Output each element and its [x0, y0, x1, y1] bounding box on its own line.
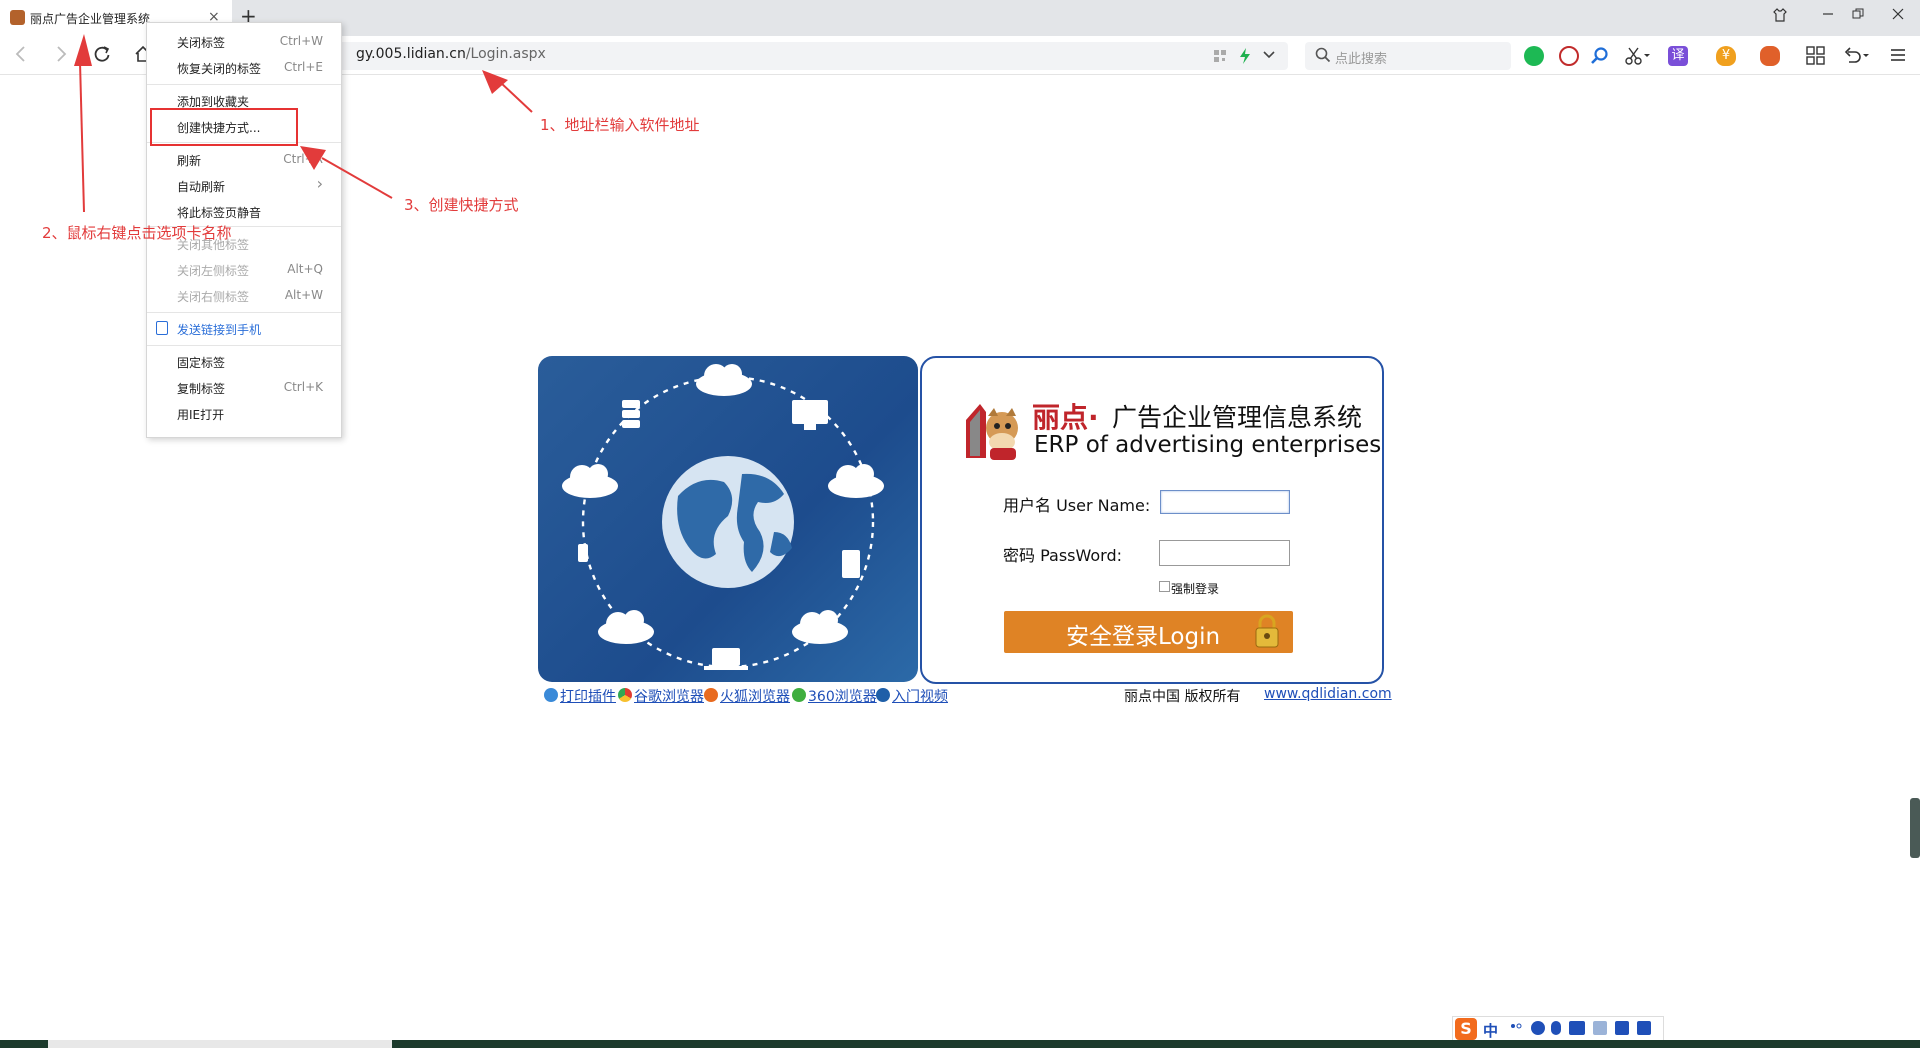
- search-placeholder: 点此搜索: [1335, 52, 1388, 67]
- brand-subtitle: ERP of advertising enterprises: [1034, 432, 1382, 458]
- annotation-step1: 1、地址栏输入软件地址: [540, 116, 700, 134]
- brand-title: 广告企业管理信息系统: [1112, 403, 1363, 432]
- speed-mode-icon[interactable]: [1238, 47, 1252, 68]
- force-login-label: 强制登录: [1171, 582, 1220, 596]
- grid-apps-icon[interactable]: [1806, 46, 1826, 69]
- emoji-icon[interactable]: [1531, 1021, 1545, 1035]
- chevron-down-icon[interactable]: [1262, 49, 1276, 64]
- copyright-text: 丽点中国 版权所有: [1124, 689, 1241, 705]
- qrcode-icon[interactable]: [1213, 49, 1227, 66]
- menu-divider: [147, 312, 341, 313]
- wechat-icon[interactable]: [1524, 46, 1544, 66]
- username-input[interactable]: [1160, 490, 1290, 514]
- undo-icon[interactable]: [1842, 46, 1870, 69]
- screenshot-icon[interactable]: [1559, 46, 1579, 66]
- network-illustration: [538, 356, 918, 682]
- skin-icon[interactable]: [1762, 8, 1798, 26]
- game-icon[interactable]: [1760, 46, 1780, 66]
- restore-icon[interactable]: [1840, 8, 1876, 24]
- menu-item-send-to-phone[interactable]: 发送链接到手机: [147, 315, 341, 341]
- scissors-icon[interactable]: [1624, 46, 1650, 69]
- user-icon[interactable]: [1593, 1021, 1607, 1035]
- link-intro-video[interactable]: 入门视频: [892, 686, 948, 706]
- coin-icon[interactable]: ¥: [1716, 46, 1736, 66]
- translate-icon[interactable]: 译: [1668, 46, 1688, 66]
- password-label: 密码 PassWord:: [1003, 546, 1123, 565]
- firefox-icon: [704, 688, 718, 702]
- video-icon: [876, 688, 890, 702]
- print-plugin-icon: [544, 688, 558, 702]
- chrome-icon: [618, 688, 632, 702]
- login-button-label: 安全登录Login: [1066, 624, 1221, 650]
- close-window-icon[interactable]: [1880, 8, 1916, 24]
- brand-name-red: 丽点·: [1032, 401, 1099, 434]
- ime-language-toggle[interactable]: 中: [1483, 1020, 1498, 1041]
- force-login-checkbox[interactable]: [1159, 581, 1170, 592]
- annotation-step2: 2、鼠标右键点击选项卡名称: [42, 224, 232, 242]
- find-icon[interactable]: [1590, 46, 1610, 69]
- link-360-browser[interactable]: 360浏览器: [808, 686, 877, 706]
- 360-browser-icon: [792, 688, 806, 702]
- toolbox-icon[interactable]: [1637, 1021, 1651, 1035]
- sogou-ime-icon[interactable]: S: [1455, 1018, 1477, 1040]
- microphone-icon[interactable]: [1551, 1021, 1561, 1035]
- menu-icon[interactable]: [1890, 47, 1906, 66]
- search-box[interactable]: 点此搜索: [1305, 42, 1511, 70]
- menu-item-duplicate-tab[interactable]: 复制标签 Ctrl+K: [147, 374, 341, 400]
- login-button[interactable]: 安全登录Login: [1004, 611, 1293, 653]
- link-chrome[interactable]: 谷歌浏览器: [634, 686, 704, 706]
- menu-divider: [147, 345, 341, 346]
- punctuation-icon[interactable]: [1509, 1021, 1523, 1035]
- password-input[interactable]: [1159, 540, 1290, 566]
- phone-icon: [156, 321, 168, 335]
- horizontal-scrollbar[interactable]: [48, 1040, 392, 1048]
- annotation-step3: 3、创建快捷方式: [404, 196, 519, 214]
- skin-shirt-icon[interactable]: [1615, 1021, 1629, 1035]
- site-link[interactable]: www.qdlidian.com: [1264, 686, 1392, 702]
- menu-item-close-right-tabs: 关闭右侧标签 Alt+W: [177, 288, 323, 304]
- side-panel-handle[interactable]: [1910, 798, 1920, 858]
- keyboard-icon[interactable]: [1569, 1021, 1585, 1035]
- link-firefox[interactable]: 火狐浏览器: [720, 686, 790, 706]
- search-icon: [1315, 47, 1331, 67]
- lock-icon: [1255, 614, 1279, 648]
- menu-item-pin-tab[interactable]: 固定标签: [147, 348, 341, 374]
- username-label: 用户名 User Name:: [1003, 496, 1151, 515]
- mascot-logo: [962, 398, 1028, 462]
- ime-toolbar: S 中: [1452, 1016, 1664, 1042]
- link-print-plugin[interactable]: 打印插件: [560, 686, 616, 706]
- menu-item-open-in-ie[interactable]: 用IE打开: [147, 400, 341, 426]
